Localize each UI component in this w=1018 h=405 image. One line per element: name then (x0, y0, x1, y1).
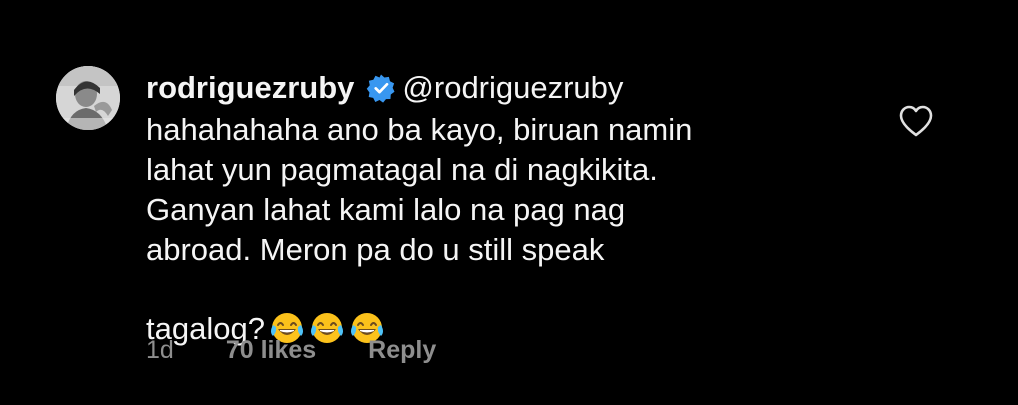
user-handle[interactable]: @rodriguezruby (402, 68, 623, 108)
comment-text: hahahahaha ano ba kayo, biruan namin laha… (146, 110, 886, 349)
likes-count[interactable]: 70 likes (226, 334, 316, 366)
username-link[interactable]: rodriguezruby (146, 68, 354, 108)
profile-photo (56, 66, 120, 130)
tears-of-joy-emoji-icon (309, 270, 345, 343)
comment-header: rodriguezruby @rodriguezruby (146, 68, 886, 108)
reply-button[interactable]: Reply (368, 334, 436, 366)
heart-outline-icon[interactable] (898, 104, 934, 138)
avatar[interactable] (56, 66, 120, 130)
comment-line: lahat yun pagmatagal na di nagkikita. (146, 152, 658, 187)
verified-badge-icon (366, 73, 396, 103)
comment-meta: 1d 70 likes Reply (146, 334, 436, 366)
tears-of-joy-emoji-icon (349, 270, 385, 343)
comment-body: rodriguezruby @rodriguezruby hahahahaha … (146, 68, 886, 349)
comment: rodriguezruby @rodriguezruby hahahahaha … (56, 66, 996, 386)
comment-timestamp: 1d (146, 336, 174, 364)
comment-line: Ganyan lahat kami lalo na pag nag (146, 192, 626, 227)
comment-line: abroad. Meron pa do u still speak (146, 232, 605, 267)
tears-of-joy-emoji-icon (269, 270, 305, 343)
comment-line: hahahahaha ano ba kayo, biruan namin (146, 112, 693, 147)
